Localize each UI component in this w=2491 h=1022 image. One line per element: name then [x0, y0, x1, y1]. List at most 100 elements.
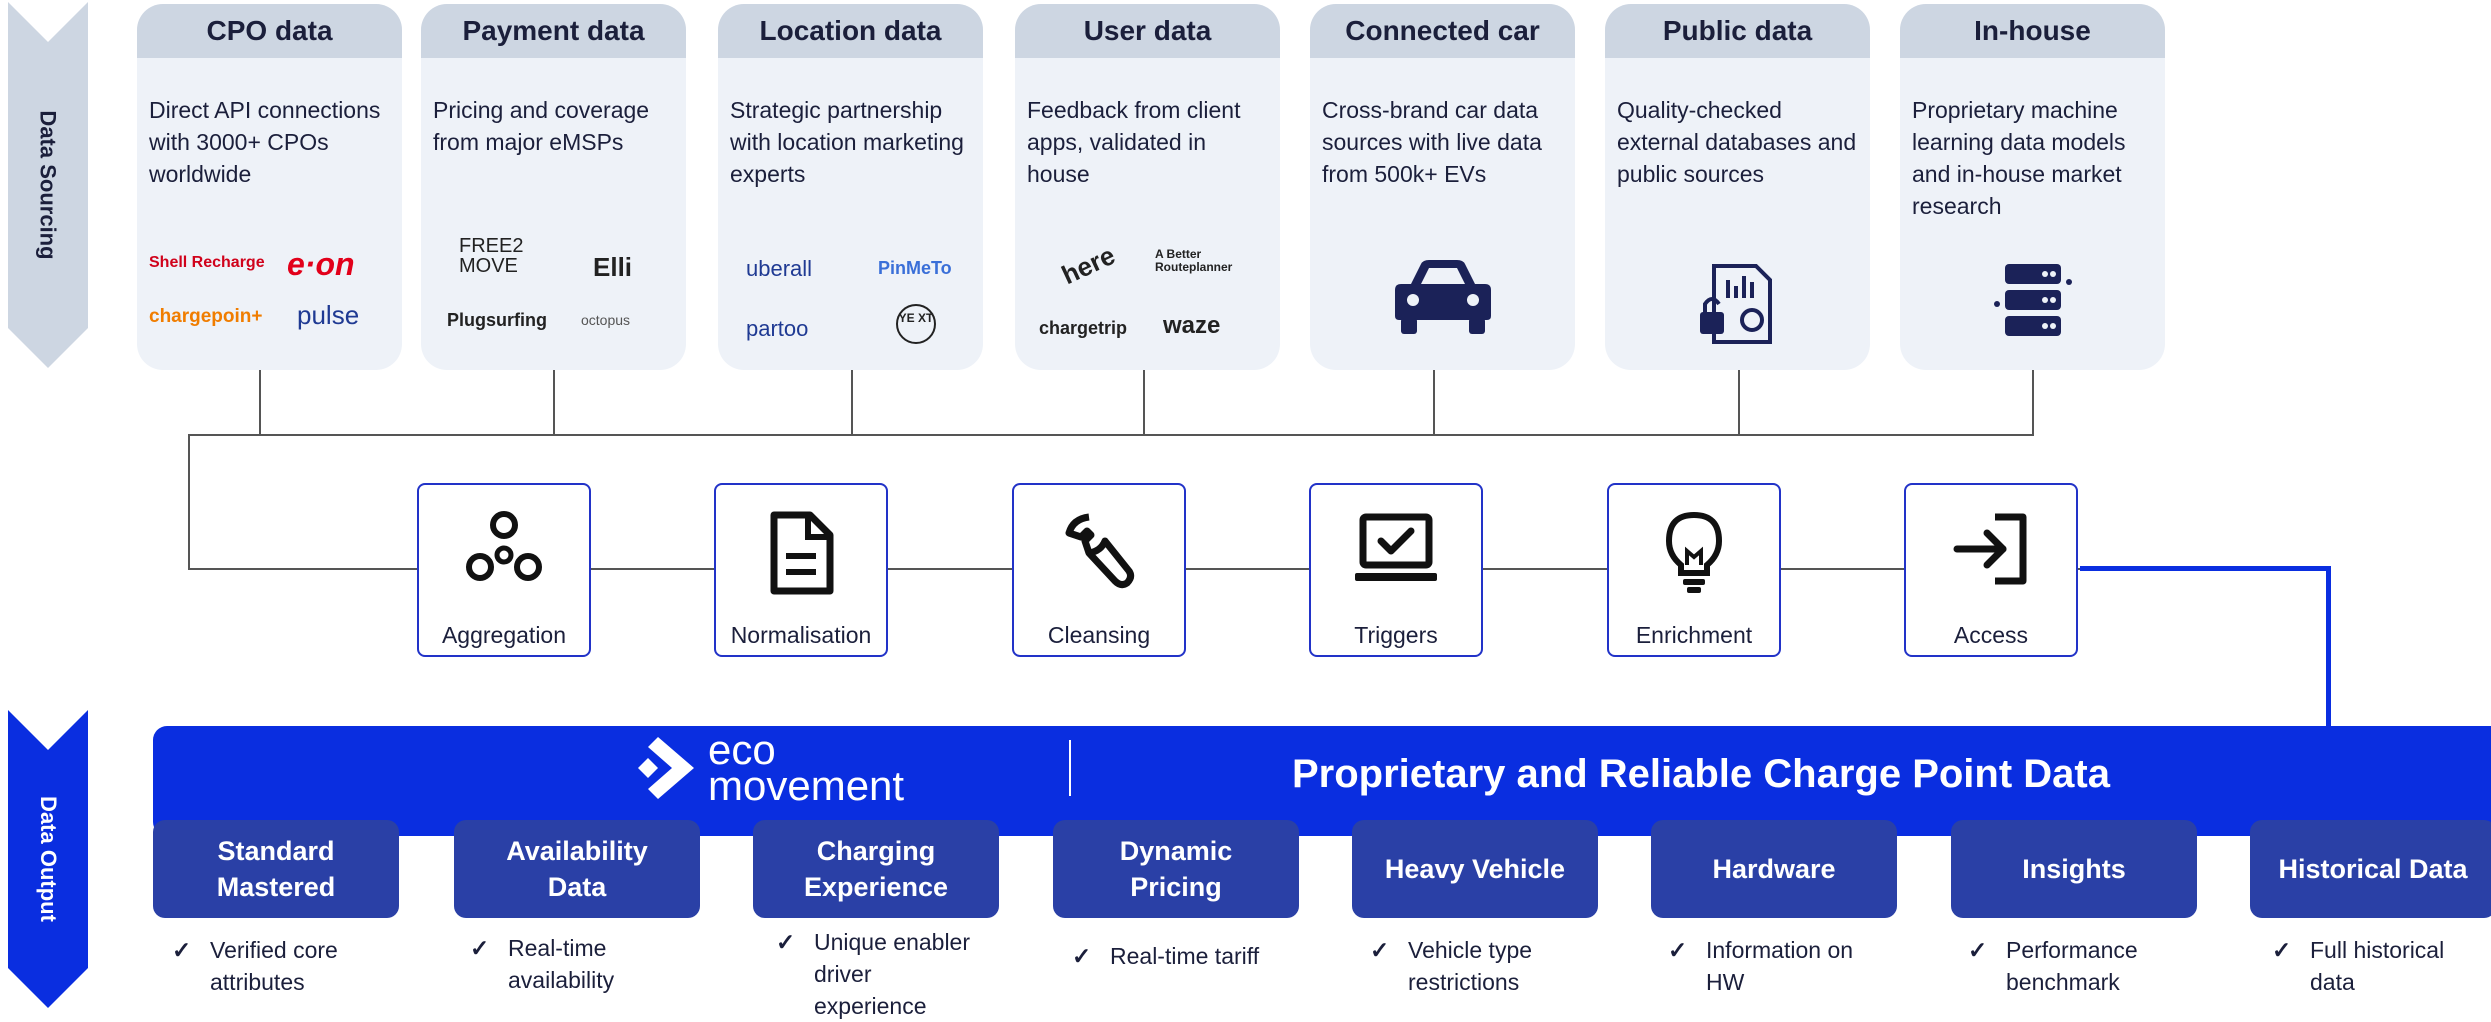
circles-icon — [466, 511, 542, 581]
partoo-logo: partoo — [746, 316, 809, 341]
public-document-lock-icon — [1699, 264, 1772, 344]
check-icon: ✓ — [1370, 937, 1390, 963]
access-output-line — [2080, 566, 2330, 571]
step-access: Access — [1904, 483, 2078, 657]
check-icon: ✓ — [776, 929, 796, 955]
check-icon: ✓ — [1968, 937, 1988, 963]
partner-logos: Shell Recharge e·on chargepoin+ pulse — [137, 234, 402, 354]
source-description: Cross-brand car data sources with live d… — [1322, 97, 1542, 187]
source-card-cpo: CPO data Direct API connections with 300… — [137, 4, 402, 370]
output-title: Standard Mastered — [216, 836, 336, 902]
band-divider — [1069, 740, 1071, 796]
output-availability-data: Availability Data — [454, 820, 700, 918]
output-historical-data: Historical Data — [2250, 820, 2491, 918]
pinmeto-logo: PinMeTo — [878, 258, 952, 278]
step-label: Enrichment — [1635, 622, 1753, 648]
output-note: ✓ Real-time availability — [470, 932, 620, 996]
output-title: Availability Data — [506, 836, 648, 902]
source-card-location: Location data Strategic partnership with… — [718, 4, 983, 370]
connector-line — [1433, 370, 1435, 434]
source-title: User data — [1015, 4, 1280, 58]
output-charging-experience: Charging Experience — [753, 820, 999, 918]
output-title: Insights — [2022, 854, 2126, 884]
partner-logos: FREE2 MOVE Elli Plugsurfing octopus — [421, 234, 686, 354]
source-card-in-house: In-house Proprietary machine learning da… — [1900, 4, 2165, 370]
connector-line — [553, 370, 555, 434]
source-description: Direct API connections with 3000+ CPOs w… — [149, 97, 381, 187]
output-note: ✓ Real-time tariff — [1072, 940, 1302, 972]
brand-line-2: movement — [708, 762, 905, 809]
source-title: Location data — [718, 4, 983, 58]
uberall-logo: uberall — [746, 256, 813, 281]
step-normalisation: Normalisation — [714, 483, 888, 657]
car-icon — [1394, 260, 1491, 334]
eco-movement-logo: eco movement — [636, 729, 905, 809]
step-label: Access — [1953, 622, 2029, 648]
abetterrouteplanner-logo: A Better Routeplanner — [1155, 247, 1233, 274]
check-icon: ✓ — [1668, 937, 1688, 963]
free2move-logo: FREE2 MOVE — [459, 235, 524, 277]
source-card-user: User data Feedback from client apps, val… — [1015, 4, 1280, 370]
chargepoint-logo: chargepoin+ — [149, 306, 263, 327]
check-icon: ✓ — [1072, 943, 1092, 969]
laptop-check-icon — [1355, 513, 1437, 581]
source-title: Payment data — [421, 4, 686, 58]
access-output-line — [2326, 566, 2331, 726]
connector-line — [259, 370, 261, 434]
waze-logo: waze — [1163, 312, 1221, 339]
octopus-logo: octopus — [581, 312, 631, 328]
elli-logo: Elli — [593, 252, 633, 282]
connector-line — [1143, 370, 1145, 434]
lightbulb-icon — [1665, 511, 1723, 593]
output-dynamic-pricing: Dynamic Pricing — [1053, 820, 1299, 918]
source-description: Proprietary machine learning data models… — [1912, 97, 2126, 219]
document-icon — [770, 511, 834, 595]
source-card-connected-car: Connected car Cross-brand car data sourc… — [1310, 4, 1575, 370]
source-description: Strategic partnership with location mark… — [730, 97, 964, 187]
output-title: Charging Experience — [803, 836, 949, 902]
output-note: ✓ Full historical data — [2272, 934, 2472, 998]
connector-line — [851, 370, 853, 434]
output-note: ✓ Information on HW — [1668, 934, 1868, 998]
output-title: Heavy Vehicle — [1384, 854, 1566, 884]
partner-logos: uberall PinMeTo partoo YE XT — [718, 234, 983, 354]
source-title: Public data — [1605, 4, 1870, 58]
output-standard-mastered: Standard Mastered — [153, 820, 399, 918]
source-card-public: Public data Quality-checked external dat… — [1605, 4, 1870, 370]
connector-line — [188, 434, 2034, 436]
check-icon: ✓ — [470, 935, 490, 961]
check-icon: ✓ — [172, 937, 192, 963]
connector-line — [1738, 370, 1740, 434]
output-insights: Insights — [1951, 820, 2197, 918]
step-label: Cleansing — [1047, 622, 1151, 648]
step-label: Normalisation — [730, 622, 872, 648]
eco-movement-mark-icon — [638, 737, 694, 799]
chargetrip-logo: chargetrip — [1039, 318, 1128, 338]
step-aggregation: Aggregation — [417, 483, 591, 657]
partner-logos: here A Better Routeplanner chargetrip wa… — [1015, 234, 1280, 354]
check-icon: ✓ — [2272, 937, 2292, 963]
source-description: Pricing and coverage from major eMSPs — [433, 97, 650, 155]
source-title: Connected car — [1310, 4, 1575, 58]
output-title: Hardware — [1712, 854, 1836, 884]
output-title: Historical Data — [2278, 854, 2468, 884]
server-stack-icon — [1993, 264, 2072, 336]
step-label: Triggers — [1354, 622, 1438, 648]
output-heavy-vehicle: Heavy Vehicle — [1352, 820, 1598, 918]
connector-line — [188, 434, 190, 570]
output-hardware: Hardware — [1651, 820, 1897, 918]
connector-line — [2032, 370, 2034, 434]
output-note: ✓ Vehicle type restrictions — [1370, 934, 1570, 998]
plugsurfing-logo: Plugsurfing — [447, 310, 547, 330]
output-note: ✓ Performance benchmark — [1968, 934, 2168, 998]
step-enrichment: Enrichment — [1607, 483, 1781, 657]
source-title: In-house — [1900, 4, 2165, 58]
data-output-label: Data Output — [36, 796, 62, 922]
output-note: ✓ Verified core attributes — [172, 934, 372, 998]
source-card-payment: Payment data Pricing and coverage from m… — [421, 4, 686, 370]
output-title: Dynamic Pricing — [1119, 836, 1233, 902]
yext-logo: YE XT — [896, 304, 936, 344]
step-label: Aggregation — [441, 622, 567, 648]
bp-pulse-logo: pulse — [297, 300, 360, 330]
band-title: Proprietary and Reliable Charge Point Da… — [1292, 752, 2110, 796]
